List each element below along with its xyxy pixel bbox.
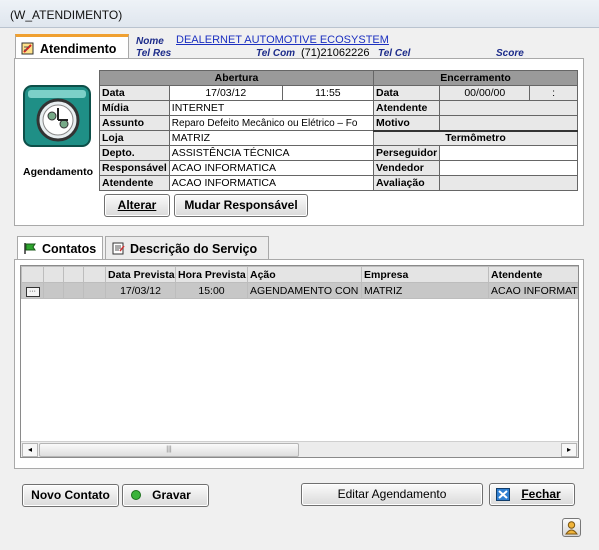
depto-label: Depto. (99, 145, 170, 161)
termometro-title: Termômetro (373, 129, 578, 146)
agendamento-label: Agendamento (23, 166, 94, 178)
window-title-bar: (W_ATENDIMENTO) (0, 0, 599, 28)
score-label: Score (496, 48, 524, 59)
abertura-title: Abertura (99, 70, 374, 86)
contatos-list[interactable]: Data Prevista Hora Prevista Ação Empresa… (20, 265, 579, 458)
cell-data-prevista: 17/03/12 (105, 282, 176, 299)
telcel-label: Tel Cel (378, 48, 411, 59)
encerramento-hora-field[interactable]: : (529, 85, 578, 101)
vendedor-label: Vendedor (372, 160, 441, 176)
horizontal-scrollbar[interactable]: ◂ ||| ▸ (21, 441, 578, 457)
gravar-button[interactable]: Gravar (122, 484, 209, 507)
encerramento-atendente-field[interactable] (439, 100, 578, 116)
col-data-prevista[interactable]: Data Prevista (105, 266, 176, 283)
encerramento-title: Encerramento (373, 70, 578, 86)
avaliacao-label: Avaliação (372, 175, 441, 191)
tab-descricao-label: Descrição do Serviço (130, 242, 258, 256)
fechar-label: Fechar (521, 487, 561, 501)
col-atendente[interactable]: Atendente (488, 266, 578, 283)
close-x-icon (496, 488, 510, 501)
document-icon (112, 242, 125, 255)
cell-acao: AGENDAMENTO CON (247, 282, 362, 299)
vendedor-field[interactable] (439, 160, 578, 176)
tab-atendimento[interactable]: Atendimento (15, 34, 129, 58)
flag-icon (24, 243, 36, 254)
cell-empresa: MATRIZ (361, 282, 489, 299)
perseguidor-label: Perseguidor (372, 145, 441, 161)
window-title: (W_ATENDIMENTO) (10, 8, 123, 22)
abertura-data-label: Data (99, 85, 170, 101)
encerramento-data-field[interactable]: 00/00/00 (439, 85, 531, 101)
telcom-value: (71)21062226 (301, 47, 370, 59)
tab-atendimento-label: Atendimento (40, 42, 117, 56)
user-button[interactable] (562, 518, 581, 537)
perseguidor-field[interactable] (439, 145, 578, 161)
responsavel-label: Responsável (99, 160, 170, 176)
cell-hora-prevista: 15:00 (175, 282, 248, 299)
nome-link[interactable]: DEALERNET AUTOMOTIVE ECOSYSTEM (176, 34, 389, 46)
fechar-button[interactable]: Fechar (489, 483, 575, 506)
avaliacao-field[interactable] (439, 175, 578, 191)
telres-label: Tel Res (136, 48, 172, 59)
green-dot-icon (131, 490, 141, 500)
encerramento-atendente-label: Atendente (372, 100, 441, 116)
row-detail-icon[interactable]: ··· (25, 287, 40, 297)
encerramento-table: Encerramento Data 00/00/00 : Atendente M… (372, 70, 578, 191)
scroll-right-icon[interactable]: ▸ (561, 443, 577, 457)
form-pencil-icon (21, 42, 34, 55)
agendamento-clock-icon (22, 84, 94, 148)
motivo-label: Motivo (372, 115, 441, 131)
user-icon (565, 521, 578, 535)
gravar-label: Gravar (152, 488, 191, 502)
atendente-field[interactable]: ACAO INFORMATICA (168, 175, 375, 191)
assunto-label: Assunto (99, 115, 170, 131)
tab-contatos-label: Contatos (42, 242, 97, 256)
scroll-left-icon[interactable]: ◂ (22, 443, 38, 457)
scroll-thumb[interactable]: ||| (39, 443, 299, 457)
abertura-table: Abertura Data 17/03/12 11:55 Mídia INTERN… (99, 70, 375, 191)
editar-agendamento-button[interactable]: Editar Agendamento (301, 483, 483, 506)
contatos-table: Data Prevista Hora Prevista Ação Empresa… (21, 266, 578, 299)
midia-field[interactable]: INTERNET (168, 100, 375, 116)
telcom-label: Tel Com (256, 48, 296, 59)
abertura-data-field[interactable]: 17/03/12 (168, 85, 283, 101)
alterar-button[interactable]: Alterar (104, 194, 170, 217)
loja-field[interactable]: MATRIZ (168, 130, 375, 146)
novo-contato-button[interactable]: Novo Contato (22, 484, 119, 507)
atendente-label: Atendente (99, 175, 170, 191)
col-empresa[interactable]: Empresa (361, 266, 489, 283)
motivo-field[interactable] (439, 115, 578, 131)
table-row[interactable]: ··· 17/03/12 15:00 AGENDAMENTO CON MATRI… (21, 282, 578, 299)
encerramento-data-label: Data (372, 85, 441, 101)
responsavel-field[interactable]: ACAO INFORMATICA (168, 160, 375, 176)
col-acao[interactable]: Ação (247, 266, 362, 283)
loja-label: Loja (99, 130, 170, 146)
abertura-hora-field[interactable]: 11:55 (281, 85, 375, 101)
cell-atendente: ACAO INFORMAT (488, 282, 578, 299)
nome-label: Nome (136, 36, 164, 47)
tab-descricao-servico[interactable]: Descrição do Serviço (105, 236, 269, 260)
col-hora-prevista[interactable]: Hora Prevista (175, 266, 248, 283)
assunto-field[interactable]: Reparo Defeito Mecânico ou Elétrico – Fo (168, 115, 375, 131)
mudar-responsavel-button[interactable]: Mudar Responsável (174, 194, 308, 217)
depto-field[interactable]: ASSISTÊNCIA TÉCNICA (168, 145, 375, 161)
midia-label: Mídia (99, 100, 170, 116)
tab-contatos[interactable]: Contatos (17, 236, 103, 260)
